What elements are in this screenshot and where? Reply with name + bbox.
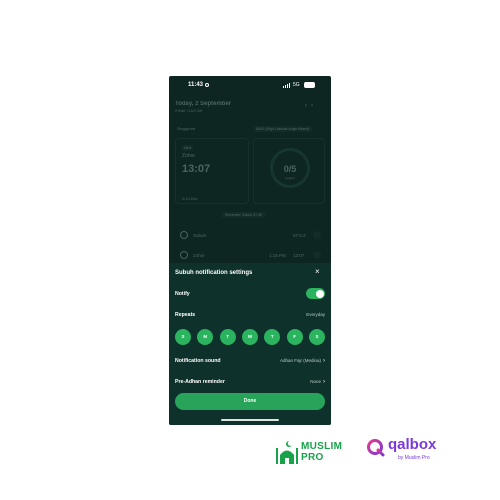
signal-icon: [283, 83, 291, 88]
bell-icon[interactable]: [313, 251, 321, 259]
next-prayer-name: Zohor: [182, 153, 196, 159]
pre-adhan-reminder-value: None ›: [310, 379, 325, 385]
day-monday[interactable]: M: [197, 329, 214, 345]
qalbox-wordmark: qalbox: [388, 436, 437, 453]
reminder-pill: Reminder: Subuh 07:45: [221, 212, 266, 218]
day-sunday[interactable]: S: [175, 329, 191, 345]
qalbox-q-icon: [367, 439, 385, 457]
prayer-progress-card: 0/5 prayed: [253, 138, 325, 204]
prayer-row-zohor[interactable]: Zohor 1:15 PM 13:07: [175, 248, 325, 262]
location-icon: [205, 83, 209, 87]
prayers-done-count: 0/5: [283, 164, 297, 174]
qalbox-byline: by Muslim Pro: [398, 455, 430, 461]
check-circle-icon[interactable]: [180, 231, 188, 239]
qalbox-logo: qalbox by Muslim Pro: [366, 436, 456, 464]
chevron-right-icon: ›: [323, 358, 325, 364]
muslim-pro-line2: PRO: [301, 452, 324, 463]
done-button[interactable]: Done: [175, 393, 325, 410]
repeats-value: Everyday: [306, 312, 325, 317]
weekday-selector: S M T W T F S: [175, 329, 325, 345]
day-wednesday[interactable]: W: [242, 329, 258, 345]
next-prayer-time: 13:07: [182, 163, 211, 175]
check-circle-icon[interactable]: [180, 251, 188, 259]
prayer-row-time: 07:5.2: [293, 233, 306, 238]
day-thursday[interactable]: T: [264, 329, 281, 345]
network-label: 5G: [293, 82, 300, 88]
prayer-row-time: 13:07: [293, 253, 305, 258]
prayer-row-time-12h: 1:15 PM: [269, 253, 286, 258]
notification-sound-value: Adhan Fajr (Medina) ›: [280, 358, 325, 364]
pre-adhan-reminder-label: Pre-Adhan reminder: [175, 379, 225, 385]
repeats-label: Repeats: [175, 312, 196, 318]
prayers-done-label: prayed: [285, 176, 295, 180]
day-saturday[interactable]: S: [309, 329, 325, 345]
muslim-pro-line1: MUSLIM: [301, 441, 343, 452]
sound-value-text: Adhan Fajr (Medina): [279, 358, 321, 363]
prayer-row-name: Zohor: [193, 253, 205, 258]
toggle-knob: [315, 289, 324, 298]
next-prayer-card: Next Zohor 13:07 in 1h 24m: [175, 138, 249, 204]
muslim-pro-logo: MUSLIM PRO: [275, 438, 355, 464]
mosque-icon: [276, 440, 298, 464]
reminder-value-text: None: [310, 379, 321, 384]
status-time: 11:43: [188, 82, 204, 88]
date-nav-arrows[interactable]: ‹›: [305, 103, 317, 109]
hijri-date: 9 Rabi' I 1447 AH: [175, 109, 203, 113]
home-indicator[interactable]: [221, 419, 279, 421]
date-title: Today, 2 September: [175, 101, 232, 107]
day-friday[interactable]: F: [286, 329, 303, 345]
notify-label: Notify: [175, 291, 190, 297]
battery-icon: [304, 82, 315, 88]
calculation-method[interactable]: MUIS (High Latitude Angle Based): [253, 126, 313, 132]
chevron-right-icon: ›: [323, 379, 325, 385]
notify-toggle[interactable]: [306, 288, 325, 299]
card-footer: in 1h 24m: [182, 197, 198, 201]
status-bar: 11:43 5G: [169, 76, 331, 96]
close-icon[interactable]: ×: [315, 268, 320, 276]
prayer-row-name: Subuh: [193, 233, 207, 238]
phone-screen: 11:43 5G Today, 2 September 9 Rabi' I 14…: [169, 76, 331, 425]
prayer-times-background: Today, 2 September 9 Rabi' I 1447 AH ‹› …: [169, 96, 331, 276]
prayer-row-subuh[interactable]: Subuh 07:5.2: [175, 228, 325, 242]
location-label[interactable]: Singapore: [177, 126, 195, 131]
notification-settings-sheet: Subuh notification settings × Notify Rep…: [169, 263, 331, 425]
day-tuesday[interactable]: T: [219, 329, 236, 345]
notification-sound-label: Notification sound: [175, 358, 221, 364]
sheet-title: Subuh notification settings: [175, 270, 253, 276]
bell-icon[interactable]: [313, 231, 321, 239]
next-label: Next: [182, 145, 194, 151]
